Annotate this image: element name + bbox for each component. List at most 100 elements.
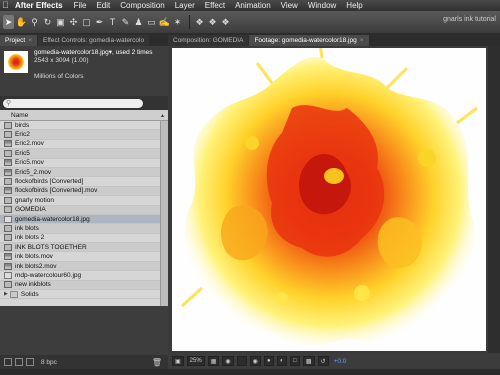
hand-tool-icon[interactable]: ✋ <box>16 15 27 29</box>
project-list-item[interactable]: Eric5.mov <box>0 159 168 168</box>
comp-item-icon <box>4 206 12 214</box>
clone-stamp-tool-icon[interactable]: ♟ <box>133 15 144 29</box>
menu-app-name[interactable]: After Effects <box>15 1 63 10</box>
menu-file[interactable]: File <box>74 1 87 10</box>
project-panel-tabs: Project × Effect Controls: gomedia-water… <box>0 33 168 46</box>
viewer-side-strip <box>488 46 500 353</box>
viewer-controls: ▣ 25% ▦ ◉ ◉ ● ◐ □ ▩ ↺ +0.0 <box>168 353 500 369</box>
bit-depth-button[interactable]: 8 bpc <box>41 359 57 366</box>
menu-animation[interactable]: Animation <box>235 1 271 10</box>
project-list-item[interactable]: GOMEDIA <box>0 205 168 215</box>
bottom-tab[interactable] <box>32 369 48 375</box>
magnification-dropdown[interactable]: 25% <box>186 356 205 366</box>
project-list-item[interactable]: Eric2 <box>0 130 168 140</box>
project-list-item[interactable]: flockofbirds [Converted].mov <box>0 186 168 197</box>
close-icon[interactable]: × <box>360 37 364 44</box>
project-list-item[interactable]: Eric2.mov <box>0 140 168 150</box>
project-list-item[interactable]: new inkblots <box>0 280 168 291</box>
tab-composition[interactable]: Composition: GOMEDIA <box>168 35 249 46</box>
zoom-tool-icon[interactable]: ⚲ <box>29 15 40 29</box>
new-composition-icon[interactable] <box>26 358 34 366</box>
type-tool-icon[interactable]: T <box>107 15 118 29</box>
footage-canvas[interactable] <box>172 48 486 351</box>
project-list-item[interactable]: ink blots2.mov <box>0 261 168 272</box>
trash-icon[interactable]: 🗑 <box>152 358 162 367</box>
project-panel-footer: 8 bpc 🗑 <box>0 355 168 369</box>
comp-item-icon <box>4 224 12 232</box>
brush-tool-icon[interactable]: ✎ <box>120 15 131 29</box>
pen-tool-icon[interactable]: ✒ <box>94 15 105 29</box>
interpret-footage-icon[interactable] <box>4 358 12 366</box>
region-of-interest-icon[interactable]: □ <box>289 356 300 366</box>
mask-tool-icon[interactable]: ▢ <box>81 15 92 29</box>
bottom-tab[interactable] <box>16 369 32 375</box>
footage-item-icon <box>4 168 12 176</box>
axis-world-icon[interactable]: ❖ <box>207 15 218 29</box>
snapshot-icon[interactable]: ◉ <box>222 356 234 366</box>
project-list-scrollbar[interactable] <box>160 121 168 306</box>
rotate-tool-icon[interactable]: ↻ <box>42 15 53 29</box>
bottom-tab[interactable] <box>0 369 16 375</box>
project-search-input[interactable]: ⚲ <box>3 98 143 108</box>
selected-item-info: gomedia-watercolor18.jpg▾, used 2 times … <box>0 46 168 96</box>
apple-menu-icon[interactable]:  <box>2 1 11 10</box>
axis-local-icon[interactable]: ❖ <box>194 15 205 29</box>
pan-behind-tool-icon[interactable]: ✣ <box>68 15 79 29</box>
axis-view-icon[interactable]: ❖ <box>220 15 231 29</box>
project-list-item-label: flockofbirds [Converted].mov <box>15 187 98 195</box>
new-folder-icon[interactable] <box>15 358 23 366</box>
close-icon[interactable]: × <box>28 37 32 44</box>
disclosure-triangle-icon[interactable]: ▶ <box>4 291 8 297</box>
show-channel-icon[interactable]: ● <box>263 356 274 366</box>
menu-view[interactable]: View <box>281 1 298 10</box>
tab-effect-controls[interactable]: Effect Controls: gomedia-watercolo <box>38 35 150 46</box>
menu-layer[interactable]: Layer <box>175 1 195 10</box>
project-list-item[interactable]: ink blots 2 <box>0 234 168 244</box>
toolbar-divider <box>189 15 190 29</box>
project-list-item[interactable]: Eric5 <box>0 149 168 159</box>
project-list-item[interactable]: INK BLOTS TOGETHER <box>0 243 168 253</box>
project-list-item[interactable]: birds <box>0 121 168 131</box>
column-header-name[interactable]: Name ▲ <box>0 110 168 121</box>
project-list-item[interactable]: mdp-watercolour60.jpg <box>0 271 168 281</box>
sort-direction-icon: ▲ <box>160 113 165 119</box>
project-item-list: birds Eric2 Eric2.mov Eric5 Eric5.mov Eric5_2… <box>0 121 168 306</box>
project-list-item-label: INK BLOTS TOGETHER <box>15 243 87 251</box>
camera-tool-icon[interactable]: ▣ <box>55 15 66 29</box>
project-list-item[interactable]: Eric5_2.mov <box>0 167 168 178</box>
grid-toggle-icon[interactable]: ▦ <box>207 356 220 366</box>
project-list-item-label: birds <box>15 121 30 129</box>
transparency-grid-icon[interactable]: ▩ <box>302 356 315 366</box>
roto-brush-tool-icon[interactable]: ✍ <box>159 15 170 29</box>
tab-project[interactable]: Project × <box>0 35 38 46</box>
puppet-tool-icon[interactable]: ✶ <box>172 15 183 29</box>
reset-exposure-icon[interactable]: ↺ <box>317 356 329 366</box>
tab-footage[interactable]: Footage: gomedia-watercolor18.jpg × <box>249 35 369 46</box>
project-list-item[interactable]: flockofbirds [Converted] <box>0 177 168 187</box>
workspace-label[interactable]: gnarls ink tutorial <box>443 16 496 23</box>
project-list-item[interactable]: gnarly motion <box>0 196 168 206</box>
project-list-item[interactable]: ink blots <box>0 224 168 234</box>
menu-edit[interactable]: Edit <box>96 1 110 10</box>
menu-window[interactable]: Window <box>308 1 336 10</box>
project-list-item[interactable]: ▶ Solids <box>0 290 168 300</box>
eraser-tool-icon[interactable]: ▭ <box>146 15 157 29</box>
bottom-panel-tabs <box>0 369 500 375</box>
folder-item-icon <box>9 290 18 298</box>
color-management-icon[interactable]: ◐ <box>276 356 287 366</box>
still-item-icon <box>4 215 12 223</box>
footage-item-icon <box>4 159 12 167</box>
project-list-item[interactable]: gomedia-watercolor18.jpg <box>0 214 168 225</box>
menu-help[interactable]: Help <box>346 1 362 10</box>
still-item-icon <box>4 271 12 279</box>
exposure-value[interactable]: +0.0 <box>334 358 347 365</box>
menu-effect[interactable]: Effect <box>205 1 225 10</box>
selected-item-name[interactable]: gomedia-watercolor18.jpg▾, used 2 times <box>34 49 153 57</box>
always-preview-icon[interactable]: ▣ <box>172 356 184 366</box>
camera-icon[interactable]: ◉ <box>249 356 261 366</box>
timecode-field[interactable] <box>236 356 247 366</box>
menu-composition[interactable]: Composition <box>120 1 164 10</box>
selection-tool-icon[interactable]: ➤ <box>3 15 14 29</box>
selected-item-colors: Millions of Colors <box>34 73 84 80</box>
project-list-item[interactable]: ink blots.mov <box>0 252 168 262</box>
